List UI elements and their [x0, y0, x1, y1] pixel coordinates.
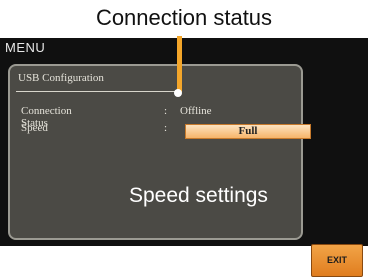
connection-status-callout: Connection status — [95, 5, 273, 30]
connection-status-colon: : — [164, 105, 168, 117]
device-screen: MENU USB Configuration Connection Status… — [0, 38, 368, 277]
speed-label: Speed — [21, 122, 48, 134]
speed-settings-callout: Speed settings — [129, 184, 268, 207]
speed-colon: : — [164, 122, 168, 134]
connection-status-value: Offline — [180, 105, 212, 117]
menu-title: MENU — [5, 40, 46, 55]
callout-pointer-line — [177, 36, 182, 92]
exit-button[interactable]: EXIT — [311, 244, 363, 277]
callout-pointer-dot — [174, 89, 182, 97]
title-divider — [16, 91, 182, 92]
usb-configuration-panel: USB Configuration Connection Status : Of… — [8, 64, 311, 240]
panel-title: USB Configuration — [18, 72, 104, 84]
speed-select-button[interactable]: Full — [185, 124, 311, 139]
